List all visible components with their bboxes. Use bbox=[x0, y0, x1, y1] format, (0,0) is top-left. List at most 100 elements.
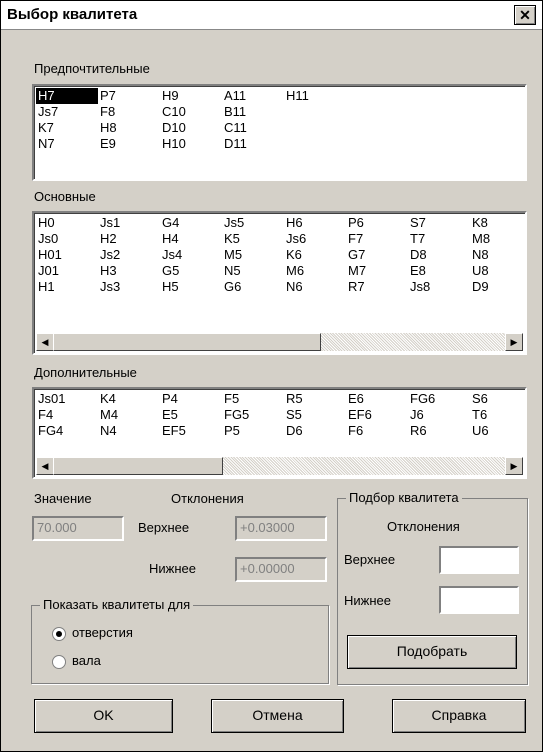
ok-button[interactable]: OK bbox=[34, 699, 173, 733]
list-item[interactable]: A11 bbox=[222, 88, 284, 104]
list-item[interactable]: P4 bbox=[160, 391, 222, 407]
additional-listbox[interactable]: Js01 F4 FG4 K4 M4 N4 P4 E5 EF5 F5 FG5 P5 R5 S5 D6 E6 EF6… bbox=[32, 387, 527, 479]
additional-hscrollbar[interactable]: ◀ ▶ bbox=[36, 457, 523, 475]
list-item[interactable]: FG6 bbox=[408, 391, 470, 407]
list-item[interactable]: D8 bbox=[408, 247, 470, 263]
list-item[interactable]: M8 bbox=[470, 231, 525, 247]
list-item[interactable]: N4 bbox=[98, 423, 160, 439]
list-item[interactable]: H1 bbox=[36, 279, 98, 295]
list-item[interactable]: N6 bbox=[284, 279, 346, 295]
list-item[interactable]: H6 bbox=[284, 215, 346, 231]
list-item[interactable]: E5 bbox=[160, 407, 222, 423]
scroll-left-icon[interactable]: ◀ bbox=[36, 457, 54, 475]
list-item[interactable]: H4 bbox=[160, 231, 222, 247]
list-item[interactable]: FG4 bbox=[36, 423, 98, 439]
list-item[interactable]: E8 bbox=[408, 263, 470, 279]
list-item[interactable]: R6 bbox=[408, 423, 470, 439]
list-item[interactable]: K4 bbox=[98, 391, 160, 407]
list-item[interactable]: K6 bbox=[284, 247, 346, 263]
scroll-thumb[interactable] bbox=[53, 333, 321, 351]
list-item[interactable]: Js2 bbox=[98, 247, 160, 263]
list-item[interactable]: K7 bbox=[36, 120, 98, 136]
list-item[interactable]: H01 bbox=[36, 247, 98, 263]
cancel-button[interactable]: Отмена bbox=[211, 699, 344, 733]
list-item[interactable]: G4 bbox=[160, 215, 222, 231]
radio-shaft[interactable] bbox=[52, 655, 66, 669]
list-item[interactable]: H5 bbox=[160, 279, 222, 295]
list-item[interactable]: H10 bbox=[160, 136, 222, 152]
radio-hole-label[interactable]: отверстия bbox=[72, 625, 133, 640]
list-item[interactable]: S5 bbox=[284, 407, 346, 423]
preferred-listbox[interactable]: H7 Js7 K7 N7 P7 F8 H8 E9 H9 C10 D10 H10 A11 B11 C11 D11… bbox=[32, 84, 527, 181]
list-item[interactable]: K8 bbox=[470, 215, 525, 231]
close-button[interactable]: ✕ bbox=[514, 5, 536, 25]
list-item[interactable]: Js01 bbox=[36, 391, 98, 407]
list-item[interactable]: D6 bbox=[284, 423, 346, 439]
list-item[interactable]: S7 bbox=[408, 215, 470, 231]
list-item[interactable]: H3 bbox=[98, 263, 160, 279]
list-item[interactable]: H11 bbox=[284, 88, 346, 104]
list-item[interactable]: D10 bbox=[160, 120, 222, 136]
pick-upper-input[interactable] bbox=[439, 546, 519, 574]
list-item[interactable]: G5 bbox=[160, 263, 222, 279]
list-item[interactable]: F7 bbox=[346, 231, 408, 247]
list-item[interactable]: Js1 bbox=[98, 215, 160, 231]
list-item[interactable]: C10 bbox=[160, 104, 222, 120]
pick-lower-input[interactable] bbox=[439, 586, 519, 614]
list-item[interactable]: P5 bbox=[222, 423, 284, 439]
list-item[interactable]: EF6 bbox=[346, 407, 408, 423]
scroll-right-icon[interactable]: ▶ bbox=[505, 333, 523, 351]
list-item[interactable]: Js4 bbox=[160, 247, 222, 263]
list-item[interactable]: Js3 bbox=[98, 279, 160, 295]
radio-hole[interactable] bbox=[52, 627, 66, 641]
list-item[interactable]: E9 bbox=[98, 136, 160, 152]
list-item[interactable]: EF5 bbox=[160, 423, 222, 439]
list-item[interactable]: H9 bbox=[160, 88, 222, 104]
list-item[interactable]: J01 bbox=[36, 263, 98, 279]
list-item[interactable]: H8 bbox=[98, 120, 160, 136]
list-item[interactable]: B11 bbox=[222, 104, 284, 120]
list-item[interactable]: N8 bbox=[470, 247, 525, 263]
list-item[interactable]: Js8 bbox=[408, 279, 470, 295]
list-item[interactable]: F6 bbox=[346, 423, 408, 439]
list-item[interactable]: D11 bbox=[222, 136, 284, 152]
list-item[interactable]: N5 bbox=[222, 263, 284, 279]
list-item[interactable]: Js0 bbox=[36, 231, 98, 247]
list-item[interactable]: Js7 bbox=[36, 104, 98, 120]
list-item[interactable]: R5 bbox=[284, 391, 346, 407]
list-item[interactable]: T6 bbox=[470, 407, 525, 423]
list-item[interactable]: S6 bbox=[470, 391, 525, 407]
list-item[interactable]: G7 bbox=[346, 247, 408, 263]
main-listbox[interactable]: H0 Js0 H01 J01 H1 Js1 H2 Js2 H3 Js3 G4 H4 Js4 G5 H5 Js5… bbox=[32, 211, 527, 355]
list-item[interactable]: D9 bbox=[470, 279, 525, 295]
list-item[interactable]: F8 bbox=[98, 104, 160, 120]
list-item[interactable]: N7 bbox=[36, 136, 98, 152]
pick-button[interactable]: Подобрать bbox=[347, 635, 517, 669]
list-item[interactable]: H0 bbox=[36, 215, 98, 231]
list-item[interactable]: K5 bbox=[222, 231, 284, 247]
main-hscrollbar[interactable]: ◀ ▶ bbox=[36, 333, 523, 351]
list-item[interactable]: J6 bbox=[408, 407, 470, 423]
scroll-right-icon[interactable]: ▶ bbox=[505, 457, 523, 475]
radio-shaft-label[interactable]: вала bbox=[72, 653, 101, 668]
list-item[interactable]: Js5 bbox=[222, 215, 284, 231]
list-item[interactable]: R7 bbox=[346, 279, 408, 295]
list-item[interactable]: M4 bbox=[98, 407, 160, 423]
list-item[interactable]: U6 bbox=[470, 423, 525, 439]
scroll-left-icon[interactable]: ◀ bbox=[36, 333, 54, 351]
list-item[interactable]: P6 bbox=[346, 215, 408, 231]
scroll-thumb[interactable] bbox=[53, 457, 223, 475]
list-item[interactable]: Js6 bbox=[284, 231, 346, 247]
list-item[interactable]: U8 bbox=[470, 263, 525, 279]
list-item[interactable]: M7 bbox=[346, 263, 408, 279]
list-item[interactable]: H7 bbox=[36, 88, 98, 104]
list-item[interactable]: F4 bbox=[36, 407, 98, 423]
list-item[interactable]: M5 bbox=[222, 247, 284, 263]
list-item[interactable]: G6 bbox=[222, 279, 284, 295]
list-item[interactable]: T7 bbox=[408, 231, 470, 247]
list-item[interactable]: F5 bbox=[222, 391, 284, 407]
list-item[interactable]: H2 bbox=[98, 231, 160, 247]
list-item[interactable]: E6 bbox=[346, 391, 408, 407]
help-button[interactable]: Справка bbox=[392, 699, 526, 733]
list-item[interactable]: C11 bbox=[222, 120, 284, 136]
